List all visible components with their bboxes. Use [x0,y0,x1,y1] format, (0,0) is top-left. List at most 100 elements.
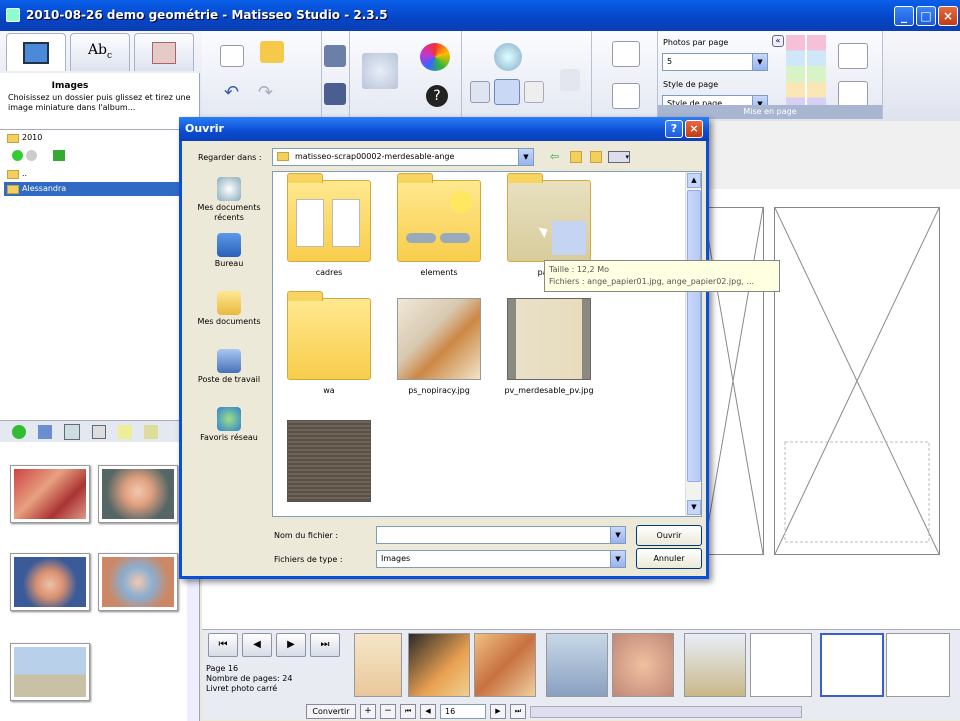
folder-2010[interactable]: 2010 [4,131,194,145]
page-thumb[interactable] [408,633,470,697]
convert-button[interactable]: Convertir [306,704,356,719]
page-thumb[interactable] [750,633,812,697]
prev-page-button[interactable]: ◀ [242,633,272,657]
page-thumb-selected[interactable] [820,633,884,697]
back-icon[interactable] [12,150,23,161]
thumb-toolbar [0,420,200,442]
clock-icon[interactable] [12,425,26,439]
folder-icon [287,173,371,262]
undo-icon[interactable]: ↶ [224,83,248,105]
filter-icon[interactable] [144,425,158,439]
file-item-image[interactable] [279,420,379,508]
images-description: Choisissez un dossier puis glissez et ti… [8,93,191,112]
scroll-thumb[interactable] [687,190,701,482]
open-folder-icon[interactable] [260,41,284,63]
place-my-computer[interactable]: Poste de travail [188,349,270,385]
forward-icon[interactable] [25,150,37,161]
color-palette[interactable] [786,35,826,113]
filetype-select[interactable]: Images ▼ [376,550,626,568]
layout-next-icon[interactable] [838,43,868,69]
last-page-button[interactable]: ⏭ [310,633,340,657]
first-page-button[interactable]: ⏮ [208,633,238,657]
scroll-up-icon[interactable]: ▲ [687,173,701,188]
photo-thumb[interactable] [10,465,90,523]
sort-icon[interactable] [118,425,132,439]
photo-thumb[interactable] [10,553,90,611]
page-thumb[interactable] [354,633,402,697]
page-thumb[interactable] [684,633,746,697]
last-button-small[interactable]: ⏭ [510,704,526,719]
page-number-input[interactable]: 16 [440,704,486,719]
view-single-icon[interactable] [470,81,490,103]
dialog-title: Ouvrir [185,122,224,135]
file-list-scrollbar[interactable]: ▲ ▼ [685,172,701,516]
page-thumb[interactable] [546,633,608,697]
prev-button-small[interactable]: ◀ [420,704,436,719]
redo-icon[interactable]: ↷ [258,83,282,105]
zoom-icon[interactable] [494,43,522,71]
dialog-help-button[interactable]: ? [665,120,683,138]
place-recent[interactable]: Mes documents récents [188,177,270,223]
up-folder-icon[interactable] [570,151,582,163]
file-item-folder[interactable]: cadres [279,173,379,277]
colors-icon[interactable] [420,43,450,71]
add-page-icon[interactable] [612,41,640,67]
new-document-icon[interactable] [220,45,244,67]
back-icon[interactable]: ⇦ [550,151,562,163]
next-button-small[interactable]: ▶ [490,704,506,719]
horizontal-scrollbar[interactable] [530,706,802,718]
page-thumb[interactable] [886,633,950,697]
folder-parent[interactable]: .. [4,167,194,181]
zoom-out-button[interactable]: − [380,704,396,719]
collapse-icon[interactable]: « [772,35,784,47]
dialog-close-button[interactable]: × [685,120,703,138]
tab-tools[interactable] [134,33,194,71]
list-icon[interactable] [92,425,106,439]
zoom-in-button[interactable]: + [360,704,376,719]
cancel-button[interactable]: Annuler [636,548,702,569]
file-item-image[interactable]: ps_nopiracy.jpg [389,298,489,395]
save-as-icon[interactable] [324,83,346,105]
next-page-button[interactable]: ▶ [276,633,306,657]
photo-thumb[interactable] [98,553,178,611]
file-item-folder[interactable]: elements [389,173,489,277]
photo-thumb[interactable] [10,643,90,701]
thumbs-icon[interactable] [38,425,52,439]
page-thumb[interactable] [474,633,536,697]
remove-page-icon[interactable] [612,83,640,109]
open-button[interactable]: Ouvrir [636,525,702,546]
file-tooltip: Taille : 12,2 Mo Fichiers : ange_papier0… [544,260,780,292]
view-grid-icon[interactable] [524,81,544,103]
refresh-icon[interactable] [53,150,66,161]
save-icon[interactable] [324,45,346,67]
first-button-small[interactable]: ⏮ [400,704,416,719]
views-menu-icon[interactable]: ▾ [608,151,630,163]
view-double-icon[interactable] [494,79,520,105]
folder-alessandra[interactable]: Alessandra [4,182,194,196]
place-desktop[interactable]: Bureau [188,233,270,269]
new-folder-icon[interactable] [590,151,602,163]
album-page-right[interactable] [774,207,940,555]
close-button[interactable]: × [938,6,958,26]
place-my-documents[interactable]: Mes documents [188,291,270,327]
filename-input[interactable]: ▼ [376,526,626,544]
look-in-select[interactable]: matisseo-scrap00002-merdesable-ange ▼ [272,148,534,166]
layout-background-icon[interactable] [838,81,868,107]
file-item-folder[interactable]: wa [279,291,379,395]
photo-thumb[interactable] [98,465,178,523]
photos-par-page-select[interactable]: 5 ▼ [662,53,768,71]
rotate-icon[interactable] [560,69,580,91]
cart-icon[interactable] [362,53,398,89]
place-network[interactable]: Favoris réseau [188,407,270,443]
file-list[interactable]: cadres elements pap... wa ps_nopiracy.jp… [272,171,702,517]
help-icon[interactable]: ? [426,85,448,107]
tab-images[interactable] [6,33,66,71]
minimize-button[interactable]: _ [894,6,914,26]
tab-text[interactable]: Abc [70,33,130,71]
page-thumb[interactable] [612,633,674,697]
file-item-image[interactable]: pv_merdesable_pv.jpg [499,298,599,395]
scroll-down-icon[interactable]: ▼ [687,500,701,515]
grid-icon[interactable] [64,424,80,440]
maximize-button[interactable]: □ [916,6,936,26]
ribbon-group-file: ↶ ↷ [202,31,322,119]
